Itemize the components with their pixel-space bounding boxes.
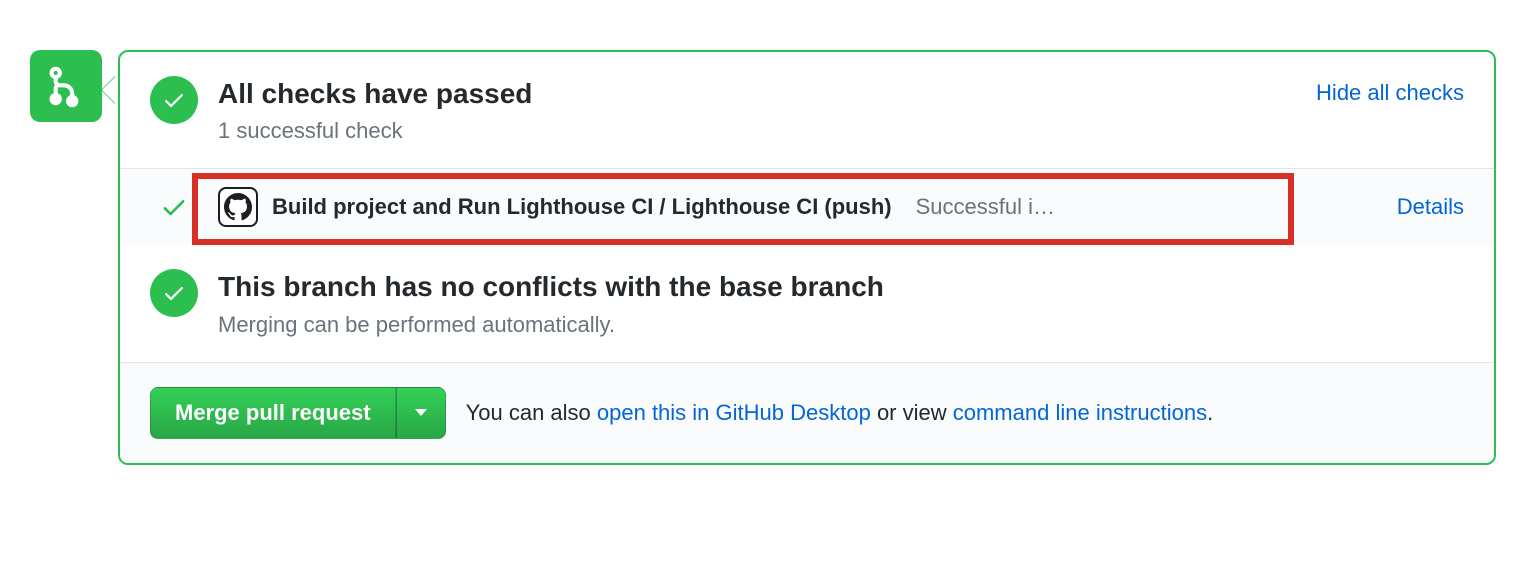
merge-pull-request-button[interactable]: Merge pull request [150,387,396,439]
merge-avatar-box [30,50,102,122]
conflicts-section: This branch has no conflicts with the ba… [120,245,1494,361]
github-logo-icon [218,187,258,227]
command-line-instructions-link[interactable]: command line instructions [953,400,1207,425]
open-github-desktop-link[interactable]: open this in GitHub Desktop [597,400,871,425]
check-status-text: Successful i… [916,194,1055,220]
check-details-link[interactable]: Details [1397,194,1464,220]
merge-dropdown-button[interactable] [396,387,446,439]
merge-help-suffix: . [1207,400,1213,425]
check-icon [160,193,188,221]
merge-button-group: Merge pull request [150,387,446,439]
toggle-checks-link[interactable]: Hide all checks [1316,80,1464,106]
merge-section: Merge pull request You can also open thi… [120,362,1494,463]
conflicts-subtitle: Merging can be performed automatically. [218,312,1464,338]
checks-title: All checks have passed [218,76,1296,112]
check-row: Build project and Run Lighthouse CI / Li… [120,169,1494,245]
checks-subtitle: 1 successful check [218,118,1296,144]
merge-panel: All checks have passed 1 successful chec… [118,50,1496,465]
check-icon [162,88,186,112]
git-merge-icon [44,64,88,108]
merge-help-mid: or view [871,400,953,425]
checks-summary-section: All checks have passed 1 successful chec… [120,52,1494,168]
check-name: Build project and Run Lighthouse CI / Li… [272,194,892,220]
check-status-icon-cell [150,193,198,221]
conflicts-title: This branch has no conflicts with the ba… [218,269,1464,305]
check-row-wrapper: Build project and Run Lighthouse CI / Li… [120,168,1494,245]
caret-down-icon [415,409,427,416]
merge-help-prefix: You can also [466,400,597,425]
conflicts-status-circle [150,269,198,317]
check-icon [162,281,186,305]
checks-status-circle [150,76,198,124]
merge-help-text: You can also open this in GitHub Desktop… [466,400,1214,426]
